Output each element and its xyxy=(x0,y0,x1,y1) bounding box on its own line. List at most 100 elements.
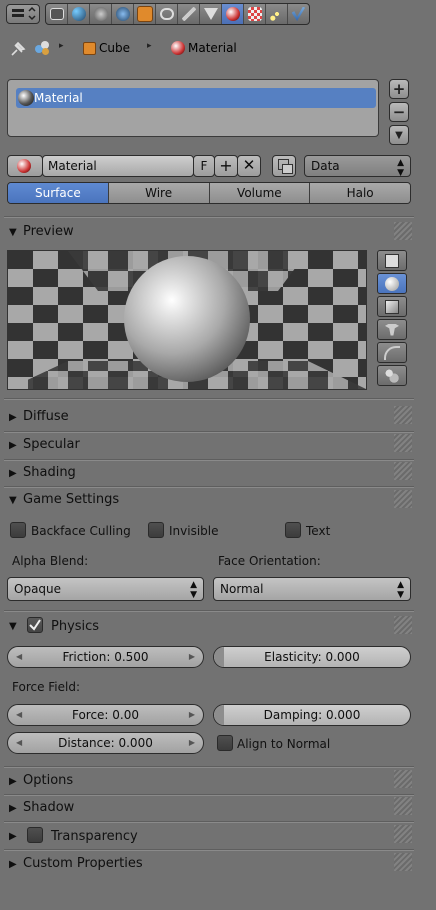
preview-render xyxy=(8,251,366,389)
object-cube-icon xyxy=(136,6,153,22)
editor-type-button[interactable] xyxy=(6,4,40,24)
tab-constraints[interactable] xyxy=(156,4,178,24)
tab-physics[interactable] xyxy=(288,4,309,24)
material-preview xyxy=(7,250,367,390)
divider xyxy=(4,794,414,796)
face-orientation-dropdown[interactable]: Normal ▲ ▼ xyxy=(213,577,411,601)
preview-cube-button[interactable] xyxy=(377,296,407,317)
tab-world[interactable] xyxy=(112,4,134,24)
panel-shading-header[interactable]: ▶ Shading xyxy=(4,462,414,484)
divider xyxy=(4,459,414,461)
divider xyxy=(4,821,414,823)
tab-object[interactable] xyxy=(134,4,156,24)
preview-hair-button[interactable] xyxy=(377,342,407,363)
breadcrumb-material: Material xyxy=(188,41,237,55)
panel-drag-grip[interactable] xyxy=(394,853,412,871)
material-name-field[interactable]: Material xyxy=(42,155,194,177)
mesh-data-icon xyxy=(203,8,218,20)
new-material-button[interactable]: + xyxy=(214,155,238,177)
tab-surface[interactable]: Surface xyxy=(8,183,109,203)
tab-texture[interactable] xyxy=(244,4,266,24)
panel-drag-grip[interactable] xyxy=(394,222,412,240)
plus-icon: + xyxy=(219,156,233,175)
material-slot-label: Material xyxy=(34,91,83,105)
material-name-value: Material xyxy=(48,159,97,173)
scene-objects-icon xyxy=(35,41,51,55)
alpha-blend-dropdown[interactable]: Opaque ▲ ▼ xyxy=(7,577,204,601)
texture-checker-icon xyxy=(247,7,262,21)
alpha-blend-label: Alpha Blend: xyxy=(12,554,89,568)
face-orientation-label: Face Orientation: xyxy=(218,554,321,568)
browse-material-button[interactable] xyxy=(7,155,43,177)
divider xyxy=(4,610,414,612)
triangle-right-icon: ▶ xyxy=(9,440,17,451)
preview-sphere-mini-button[interactable] xyxy=(377,365,407,386)
panel-shadow-header[interactable]: ▶ Shadow xyxy=(4,797,414,819)
distance-value: Distance: 0.000 xyxy=(58,736,153,750)
tab-render-layers[interactable] xyxy=(68,4,90,24)
distance-slider[interactable]: ◀ Distance: 0.000 ▶ xyxy=(7,732,204,754)
panel-drag-grip[interactable] xyxy=(394,797,412,815)
panel-transparency-title: Transparency xyxy=(51,829,138,844)
constraints-link-icon xyxy=(159,8,174,20)
force-slider[interactable]: ◀ Force: 0.00 ▶ xyxy=(7,704,204,726)
panel-specular-header[interactable]: ▶ Specular xyxy=(4,434,414,456)
triangle-right-icon: ▶ xyxy=(9,776,17,787)
text-checkbox[interactable] xyxy=(285,522,301,538)
tab-halo[interactable]: Halo xyxy=(310,183,410,203)
preview-flat-button[interactable] xyxy=(377,250,407,271)
panel-preview-title: Preview xyxy=(23,224,74,239)
panel-drag-grip[interactable] xyxy=(394,770,412,788)
tab-material[interactable] xyxy=(222,4,244,24)
align-to-normal-checkbox[interactable] xyxy=(217,735,233,751)
text-label: Text xyxy=(306,524,331,538)
invisible-checkbox[interactable] xyxy=(148,522,164,538)
panel-options-title: Options xyxy=(23,773,74,788)
panel-custom-properties-header[interactable]: ▶ Custom Properties xyxy=(4,853,414,875)
copy-material-button[interactable] xyxy=(272,155,296,177)
unlink-material-button[interactable]: ✕ xyxy=(237,155,261,177)
tab-data[interactable] xyxy=(200,4,222,24)
material-type-tabs: Surface Wire Volume Halo xyxy=(7,182,411,204)
cube-icon xyxy=(385,299,399,314)
triangle-right-icon: ▶ xyxy=(9,831,17,842)
preview-monkey-button[interactable] xyxy=(377,319,407,340)
divider xyxy=(4,849,414,851)
pin-icon[interactable] xyxy=(9,41,27,57)
panel-options-header[interactable]: ▶ Options xyxy=(4,770,414,792)
damping-slider[interactable]: Damping: 0.000 xyxy=(213,704,411,726)
elasticity-slider[interactable]: Elasticity: 0.000 xyxy=(213,646,411,668)
divider xyxy=(4,398,414,400)
panel-drag-grip[interactable] xyxy=(394,490,412,508)
tab-scene[interactable] xyxy=(90,4,112,24)
tab-render[interactable] xyxy=(46,4,68,24)
panel-custom-properties-title: Custom Properties xyxy=(23,856,143,871)
tab-particles[interactable] xyxy=(266,4,288,24)
slot-specials-button[interactable]: ▼ xyxy=(389,125,409,145)
link-mode-dropdown[interactable]: Data ▲ ▼ xyxy=(304,155,411,178)
panel-drag-grip[interactable] xyxy=(394,434,412,452)
panel-drag-grip[interactable] xyxy=(394,462,412,480)
remove-slot-button[interactable]: − xyxy=(389,102,409,122)
fake-user-button[interactable]: F xyxy=(193,155,215,177)
panel-preview-header[interactable]: ▼ Preview xyxy=(4,221,414,243)
elasticity-value: Elasticity: 0.000 xyxy=(264,650,360,664)
friction-slider[interactable]: ◀ Friction: 0.500 ▶ xyxy=(7,646,204,668)
tab-modifiers[interactable] xyxy=(178,4,200,24)
add-slot-button[interactable]: + xyxy=(389,79,409,99)
tab-volume[interactable]: Volume xyxy=(209,183,311,203)
preview-sphere-button[interactable] xyxy=(377,273,407,294)
triangle-right-icon: ▶ xyxy=(9,803,17,814)
panel-diffuse-header[interactable]: ▶ Diffuse xyxy=(4,406,414,428)
physics-checkbox[interactable] xyxy=(27,617,43,633)
panel-drag-grip[interactable] xyxy=(394,825,412,843)
face-orientation-value: Normal xyxy=(220,582,264,596)
panel-drag-grip[interactable] xyxy=(394,616,412,634)
object-cube-icon xyxy=(83,42,96,55)
backface-culling-checkbox[interactable] xyxy=(10,522,26,538)
transparency-checkbox[interactable] xyxy=(27,827,43,843)
panel-game-settings-header[interactable]: ▼ Game Settings xyxy=(4,489,414,511)
material-slot-row[interactable]: Material xyxy=(16,88,376,108)
tab-wire[interactable]: Wire xyxy=(108,183,210,203)
panel-drag-grip[interactable] xyxy=(394,406,412,424)
